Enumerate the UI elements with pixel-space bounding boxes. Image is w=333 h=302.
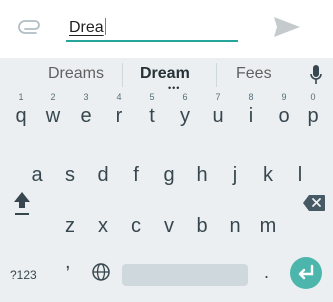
key-b[interactable]: b (187, 202, 217, 242)
key-f[interactable]: f (121, 151, 151, 191)
symbols-key[interactable]: ?123 (10, 268, 37, 282)
key-x[interactable]: x (88, 202, 118, 242)
suggestion-divider (122, 63, 123, 87)
key-c[interactable]: c (121, 202, 151, 242)
message-input[interactable]: Drea (66, 8, 238, 42)
key-n[interactable]: n (220, 202, 250, 242)
period-key[interactable]: . (264, 262, 269, 283)
suggestion-fees[interactable]: Fees (236, 65, 272, 83)
key-g[interactable]: g (154, 151, 184, 191)
key-w[interactable]: 2w (38, 92, 68, 132)
key-p[interactable]: 0p (298, 92, 328, 132)
suggestion-strip: Dreams Dream ••• Fees (0, 58, 333, 93)
backspace-icon[interactable] (302, 194, 326, 212)
key-i[interactable]: 8i (236, 92, 266, 132)
text-cursor (104, 18, 107, 35)
key-v[interactable]: v (154, 202, 184, 242)
suggestion-divider (216, 63, 217, 87)
space-bar[interactable] (122, 264, 248, 286)
keyboard: Dreams Dream ••• Fees 1q 2w 3e 4r 5t 6y … (0, 58, 333, 302)
key-q[interactable]: 1q (6, 92, 36, 132)
key-e[interactable]: 3e (71, 92, 101, 132)
key-l[interactable]: l (285, 151, 315, 191)
key-r[interactable]: 4r (104, 92, 134, 132)
microphone-icon[interactable] (309, 64, 323, 86)
key-h[interactable]: h (187, 151, 217, 191)
suggestion-dreams[interactable]: Dreams (48, 65, 104, 83)
key-z[interactable]: z (55, 202, 85, 242)
key-s[interactable]: s (55, 151, 85, 191)
compose-bar: Drea (0, 0, 333, 58)
paperclip-icon[interactable] (18, 14, 44, 40)
key-m[interactable]: m (253, 202, 283, 242)
key-t[interactable]: 5t (137, 92, 167, 132)
suggestion-dream[interactable]: Dream (140, 65, 190, 83)
globe-icon[interactable] (91, 262, 111, 282)
key-d[interactable]: d (88, 151, 118, 191)
shift-icon[interactable] (12, 189, 32, 217)
key-j[interactable]: j (220, 151, 250, 191)
enter-button[interactable] (290, 257, 322, 289)
send-icon[interactable] (272, 14, 302, 40)
enter-icon (298, 264, 314, 280)
key-k[interactable]: k (253, 151, 283, 191)
comma-key[interactable]: , (65, 251, 71, 274)
key-y[interactable]: 6y (170, 92, 200, 132)
key-a[interactable]: a (22, 151, 52, 191)
key-o[interactable]: 9o (269, 92, 299, 132)
key-u[interactable]: 7u (203, 92, 233, 132)
composed-text: Drea (69, 19, 104, 36)
